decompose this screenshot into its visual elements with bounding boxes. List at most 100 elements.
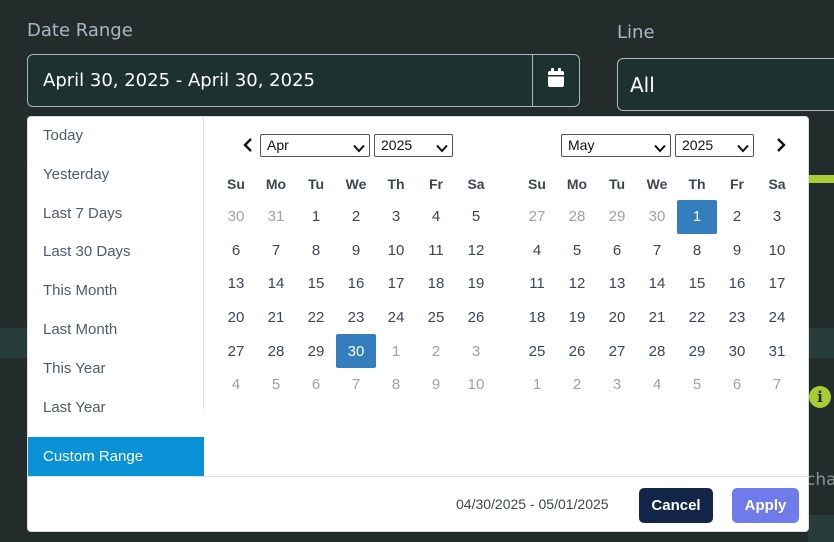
day-cell[interactable]: 15 (677, 267, 717, 301)
day-cell[interactable]: 24 (757, 301, 797, 335)
day-cell[interactable]: 15 (296, 267, 336, 301)
day-cell[interactable]: 11 (517, 267, 557, 301)
apply-button[interactable]: Apply (732, 488, 799, 523)
range-item-last-30-days[interactable]: Last 30 Days (28, 233, 203, 272)
day-cell[interactable]: 16 (717, 267, 757, 301)
day-cell[interactable]: 7 (637, 234, 677, 268)
month-select-right[interactable]: May (561, 134, 671, 157)
prev-month-icon[interactable] (238, 135, 258, 155)
day-cell[interactable]: 25 (416, 301, 456, 335)
month-select-left[interactable]: Apr (260, 134, 370, 157)
day-cell[interactable]: 20 (597, 301, 637, 335)
range-item-custom-range[interactable]: Custom Range (28, 437, 204, 476)
day-cell[interactable]: 21 (256, 301, 296, 335)
day-cell[interactable]: 11 (416, 234, 456, 268)
day-cell[interactable]: 2 (336, 200, 376, 234)
day-cell[interactable]: 14 (256, 267, 296, 301)
day-cell[interactable]: 28 (557, 200, 597, 234)
day-cell[interactable]: 12 (557, 267, 597, 301)
day-cell[interactable]: 1 (677, 200, 717, 234)
day-cell[interactable]: 27 (517, 200, 557, 234)
day-cell[interactable]: 31 (757, 334, 797, 368)
day-cell[interactable]: 21 (637, 301, 677, 335)
range-item-today[interactable]: Today (28, 117, 203, 156)
day-cell[interactable]: 27 (597, 334, 637, 368)
day-cell[interactable]: 10 (456, 368, 496, 402)
year-select-right[interactable]: 2025 (675, 134, 754, 157)
day-cell[interactable]: 6 (296, 368, 336, 402)
day-cell[interactable]: 3 (597, 368, 637, 402)
day-cell[interactable]: 5 (557, 234, 597, 268)
day-cell[interactable]: 25 (517, 334, 557, 368)
day-cell[interactable]: 8 (376, 368, 416, 402)
day-cell[interactable]: 30 (637, 200, 677, 234)
day-cell[interactable]: 28 (256, 334, 296, 368)
day-cell[interactable]: 7 (336, 368, 376, 402)
day-cell[interactable]: 30 (216, 200, 256, 234)
day-cell[interactable]: 13 (597, 267, 637, 301)
day-cell[interactable]: 29 (296, 334, 336, 368)
day-cell[interactable]: 4 (416, 200, 456, 234)
range-item-last-year[interactable]: Last Year (28, 389, 203, 428)
info-icon[interactable]: i (809, 386, 831, 408)
day-cell[interactable]: 5 (677, 368, 717, 402)
day-cell[interactable]: 6 (597, 234, 637, 268)
day-cell[interactable]: 18 (517, 301, 557, 335)
day-cell[interactable]: 30 (717, 334, 757, 368)
day-cell[interactable]: 1 (517, 368, 557, 402)
day-cell[interactable]: 7 (757, 368, 797, 402)
day-cell[interactable]: 8 (677, 234, 717, 268)
day-cell[interactable]: 9 (416, 368, 456, 402)
day-cell[interactable]: 5 (456, 200, 496, 234)
range-item-yesterday[interactable]: Yesterday (28, 156, 203, 195)
day-cell[interactable]: 17 (757, 267, 797, 301)
day-cell[interactable]: 12 (456, 234, 496, 268)
day-cell[interactable]: 3 (376, 200, 416, 234)
day-cell[interactable]: 16 (336, 267, 376, 301)
day-cell[interactable]: 4 (637, 368, 677, 402)
day-cell[interactable]: 20 (216, 301, 256, 335)
day-cell[interactable]: 1 (376, 334, 416, 368)
day-cell[interactable]: 26 (456, 301, 496, 335)
day-cell[interactable]: 7 (256, 234, 296, 268)
range-item-last-7-days[interactable]: Last 7 Days (28, 195, 203, 234)
day-cell[interactable]: 8 (296, 234, 336, 268)
day-cell[interactable]: 22 (677, 301, 717, 335)
day-cell[interactable]: 2 (557, 368, 597, 402)
day-cell[interactable]: 10 (376, 234, 416, 268)
day-cell[interactable]: 9 (336, 234, 376, 268)
day-cell[interactable]: 6 (216, 234, 256, 268)
day-cell[interactable]: 17 (376, 267, 416, 301)
range-item-last-month[interactable]: Last Month (28, 311, 203, 350)
range-item-this-year[interactable]: This Year (28, 350, 203, 389)
year-select-left[interactable]: 2025 (374, 134, 453, 157)
day-cell[interactable]: 27 (216, 334, 256, 368)
range-item-this-month[interactable]: This Month (28, 272, 203, 311)
calendar-button[interactable] (532, 54, 580, 107)
day-cell[interactable]: 19 (456, 267, 496, 301)
day-cell[interactable]: 26 (557, 334, 597, 368)
day-cell[interactable]: 10 (757, 234, 797, 268)
day-cell[interactable]: 23 (717, 301, 757, 335)
cancel-button[interactable]: Cancel (639, 488, 713, 523)
day-cell[interactable]: 13 (216, 267, 256, 301)
day-cell[interactable]: 31 (256, 200, 296, 234)
day-cell[interactable]: 2 (416, 334, 456, 368)
day-cell[interactable]: 1 (296, 200, 336, 234)
date-range-input[interactable]: April 30, 2025 - April 30, 2025 (27, 54, 533, 107)
day-cell[interactable]: 2 (717, 200, 757, 234)
day-cell[interactable]: 6 (717, 368, 757, 402)
day-cell[interactable]: 3 (456, 334, 496, 368)
day-cell[interactable]: 5 (256, 368, 296, 402)
line-select[interactable]: All (617, 58, 834, 111)
day-cell[interactable]: 19 (557, 301, 597, 335)
day-cell[interactable]: 30 (336, 334, 376, 368)
day-cell[interactable]: 23 (336, 301, 376, 335)
day-cell[interactable]: 3 (757, 200, 797, 234)
day-cell[interactable]: 28 (637, 334, 677, 368)
day-cell[interactable]: 24 (376, 301, 416, 335)
day-cell[interactable]: 18 (416, 267, 456, 301)
day-cell[interactable]: 4 (517, 234, 557, 268)
day-cell[interactable]: 22 (296, 301, 336, 335)
day-cell[interactable]: 29 (677, 334, 717, 368)
